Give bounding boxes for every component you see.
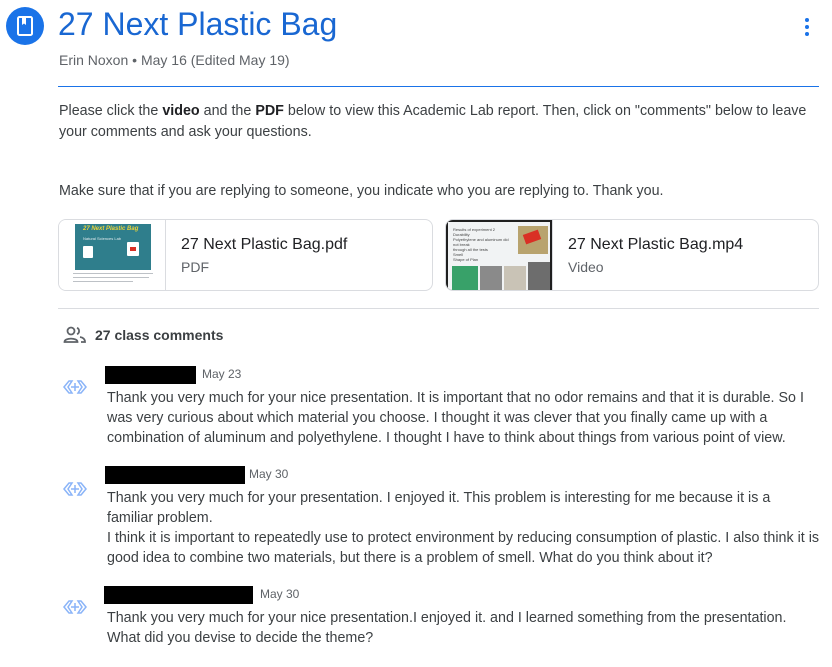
comment-text: Thank you very much for your nice presen…	[107, 610, 787, 646]
video-thumb-text: Results of experiment 2 Durability Polye…	[453, 227, 509, 262]
redacted-author-name	[105, 466, 245, 484]
video-thumbnail: Results of experiment 2 Durability Polye…	[446, 220, 553, 290]
title-divider	[58, 86, 819, 87]
post-instruction: Make sure that if you are replying to so…	[59, 183, 664, 199]
post-meta: Erin Noxon • May 16 (Edited May 19)	[59, 52, 290, 68]
assignment-type-icon	[6, 7, 44, 45]
class-comments-toggle[interactable]: 27 class comments	[63, 326, 223, 344]
attachment-type: PDF	[181, 259, 209, 275]
photo-image	[452, 266, 478, 290]
bag-image	[127, 242, 139, 256]
more-options-button[interactable]	[796, 14, 818, 40]
video-emphasis: video	[162, 103, 200, 119]
attachment-video[interactable]: Results of experiment 2 Durability Polye…	[445, 219, 819, 291]
comment-date: May 30	[260, 587, 300, 601]
redacted-author-name	[105, 366, 196, 384]
section-divider	[58, 308, 819, 309]
photo-image	[528, 262, 550, 290]
pdf-thumbnail: 27 Next Plastic Bag Natural Sciences Lab	[59, 220, 166, 290]
post-date: May 16 (Edited May 19)	[140, 52, 290, 68]
attachment-pdf[interactable]: 27 Next Plastic Bag Natural Sciences Lab…	[58, 219, 433, 291]
meta-separator: •	[132, 52, 141, 68]
pdf-thumb-title: 27 Next Plastic Bag	[83, 226, 139, 232]
default-avatar-icon	[63, 380, 87, 394]
pdf-thumb-subtitle: Natural Sciences Lab	[83, 236, 122, 241]
photo-image	[504, 266, 526, 290]
people-icon	[63, 326, 86, 343]
photo-image	[518, 226, 548, 254]
default-avatar-icon	[63, 600, 87, 614]
comment-date: May 30	[249, 467, 289, 481]
post-title: 27 Next Plastic Bag	[58, 6, 338, 42]
attachment-name: 27 Next Plastic Bag.mp4	[568, 236, 744, 253]
attachment-type: Video	[568, 259, 604, 275]
comment-text: Thank you very much for your presentatio…	[107, 490, 820, 566]
redacted-author-name	[104, 586, 253, 604]
class-comments-label: 27 class comments	[95, 327, 224, 343]
pdf-emphasis: PDF	[255, 103, 284, 119]
comment-date: May 23	[202, 367, 242, 381]
attachment-name: 27 Next Plastic Bag.pdf	[181, 236, 348, 253]
bag-image	[83, 246, 93, 258]
post-description: Please click the video and the PDF below…	[59, 103, 807, 140]
comment-text: Thank you very much for your nice presen…	[107, 390, 804, 446]
post-author: Erin Noxon	[59, 52, 129, 68]
bookmark-icon	[17, 16, 33, 36]
default-avatar-icon	[63, 482, 87, 496]
more-vert-icon	[805, 18, 809, 22]
photo-image	[480, 266, 502, 290]
